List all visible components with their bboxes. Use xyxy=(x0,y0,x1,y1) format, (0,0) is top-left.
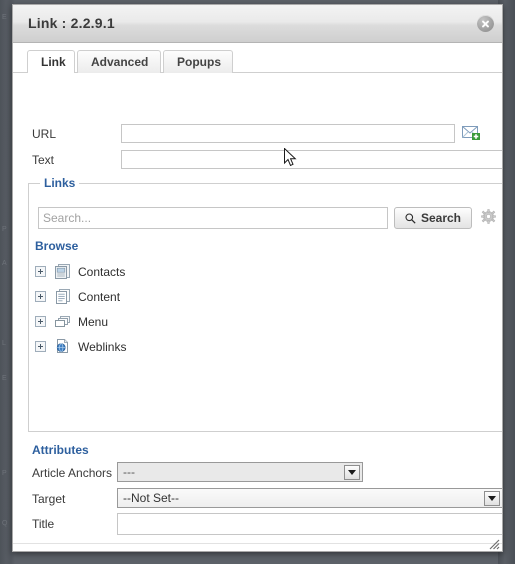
backdrop-ghost-text: E xyxy=(2,375,7,382)
tree-item-label: Contacts xyxy=(78,264,126,279)
dialog-titlebar[interactable]: Link : 2.2.9.1 xyxy=(13,5,502,43)
resize-grip[interactable] xyxy=(487,537,500,550)
magnifier-icon xyxy=(405,212,416,224)
target-select[interactable]: --Not Set-- xyxy=(117,488,502,508)
title-input[interactable] xyxy=(117,513,502,535)
url-input[interactable] xyxy=(121,124,455,143)
tab-advanced[interactable]: Advanced xyxy=(77,50,161,73)
target-value: --Not Set-- xyxy=(123,491,180,505)
plus-icon[interactable] xyxy=(35,266,46,277)
link-dialog: Link : 2.2.9.1 Link Advanced Popups URL … xyxy=(12,4,503,552)
backdrop-ghost-text: P xyxy=(2,470,7,477)
search-input[interactable] xyxy=(38,207,388,229)
backdrop-ghost-text: P xyxy=(2,226,7,233)
tree-item-label: Weblinks xyxy=(78,339,127,354)
search-button-label: Search xyxy=(420,211,461,225)
tree-item-menu[interactable]: Menu xyxy=(35,309,126,334)
browse-tree: Contacts Content Menu Weblinks xyxy=(35,259,126,359)
gear-icon[interactable] xyxy=(481,209,496,224)
target-label: Target xyxy=(32,492,66,506)
tree-item-label: Menu xyxy=(78,314,109,329)
text-input[interactable] xyxy=(121,150,502,169)
chevron-down-icon xyxy=(484,491,500,506)
attributes-title: Attributes xyxy=(32,443,89,457)
article-anchors-select[interactable]: --- xyxy=(117,462,363,482)
tab-popups[interactable]: Popups xyxy=(163,50,233,73)
tab-bar: Link Advanced Popups xyxy=(13,50,502,74)
plus-icon[interactable] xyxy=(35,291,46,302)
title-label: Title xyxy=(32,517,55,531)
tab-link[interactable]: Link xyxy=(27,50,75,74)
search-button[interactable]: Search xyxy=(394,207,472,229)
backdrop-ghost-text: L xyxy=(2,340,6,347)
contacts-icon xyxy=(55,264,70,279)
backdrop-ghost-text: A xyxy=(2,260,7,267)
dialog-title: Link : 2.2.9.1 xyxy=(28,15,115,31)
footer-divider xyxy=(13,543,502,544)
plus-icon[interactable] xyxy=(35,316,46,327)
tree-item-content[interactable]: Content xyxy=(35,284,126,309)
text-label: Text xyxy=(32,153,55,167)
menu-icon xyxy=(55,316,70,327)
tree-item-contacts[interactable]: Contacts xyxy=(35,259,126,284)
weblinks-icon xyxy=(56,339,68,353)
browse-title: Browse xyxy=(35,239,79,253)
article-anchors-label: Article Anchors xyxy=(32,466,113,480)
plus-icon[interactable] xyxy=(35,341,46,352)
content-icon xyxy=(56,289,70,304)
close-icon[interactable] xyxy=(477,15,494,32)
article-anchors-value: --- xyxy=(123,465,135,479)
links-legend: Links xyxy=(40,176,80,190)
tree-item-label: Content xyxy=(78,289,121,304)
tree-item-weblinks[interactable]: Weblinks xyxy=(35,334,126,359)
envelope-add-icon[interactable] xyxy=(462,125,481,140)
backdrop-ghost-text: Q xyxy=(2,520,8,527)
url-label: URL xyxy=(32,127,57,141)
dialog-body: Link Advanced Popups URL Text Links Sear… xyxy=(13,43,502,551)
chevron-down-icon xyxy=(344,465,360,480)
backdrop-ghost-text: E xyxy=(2,14,7,21)
